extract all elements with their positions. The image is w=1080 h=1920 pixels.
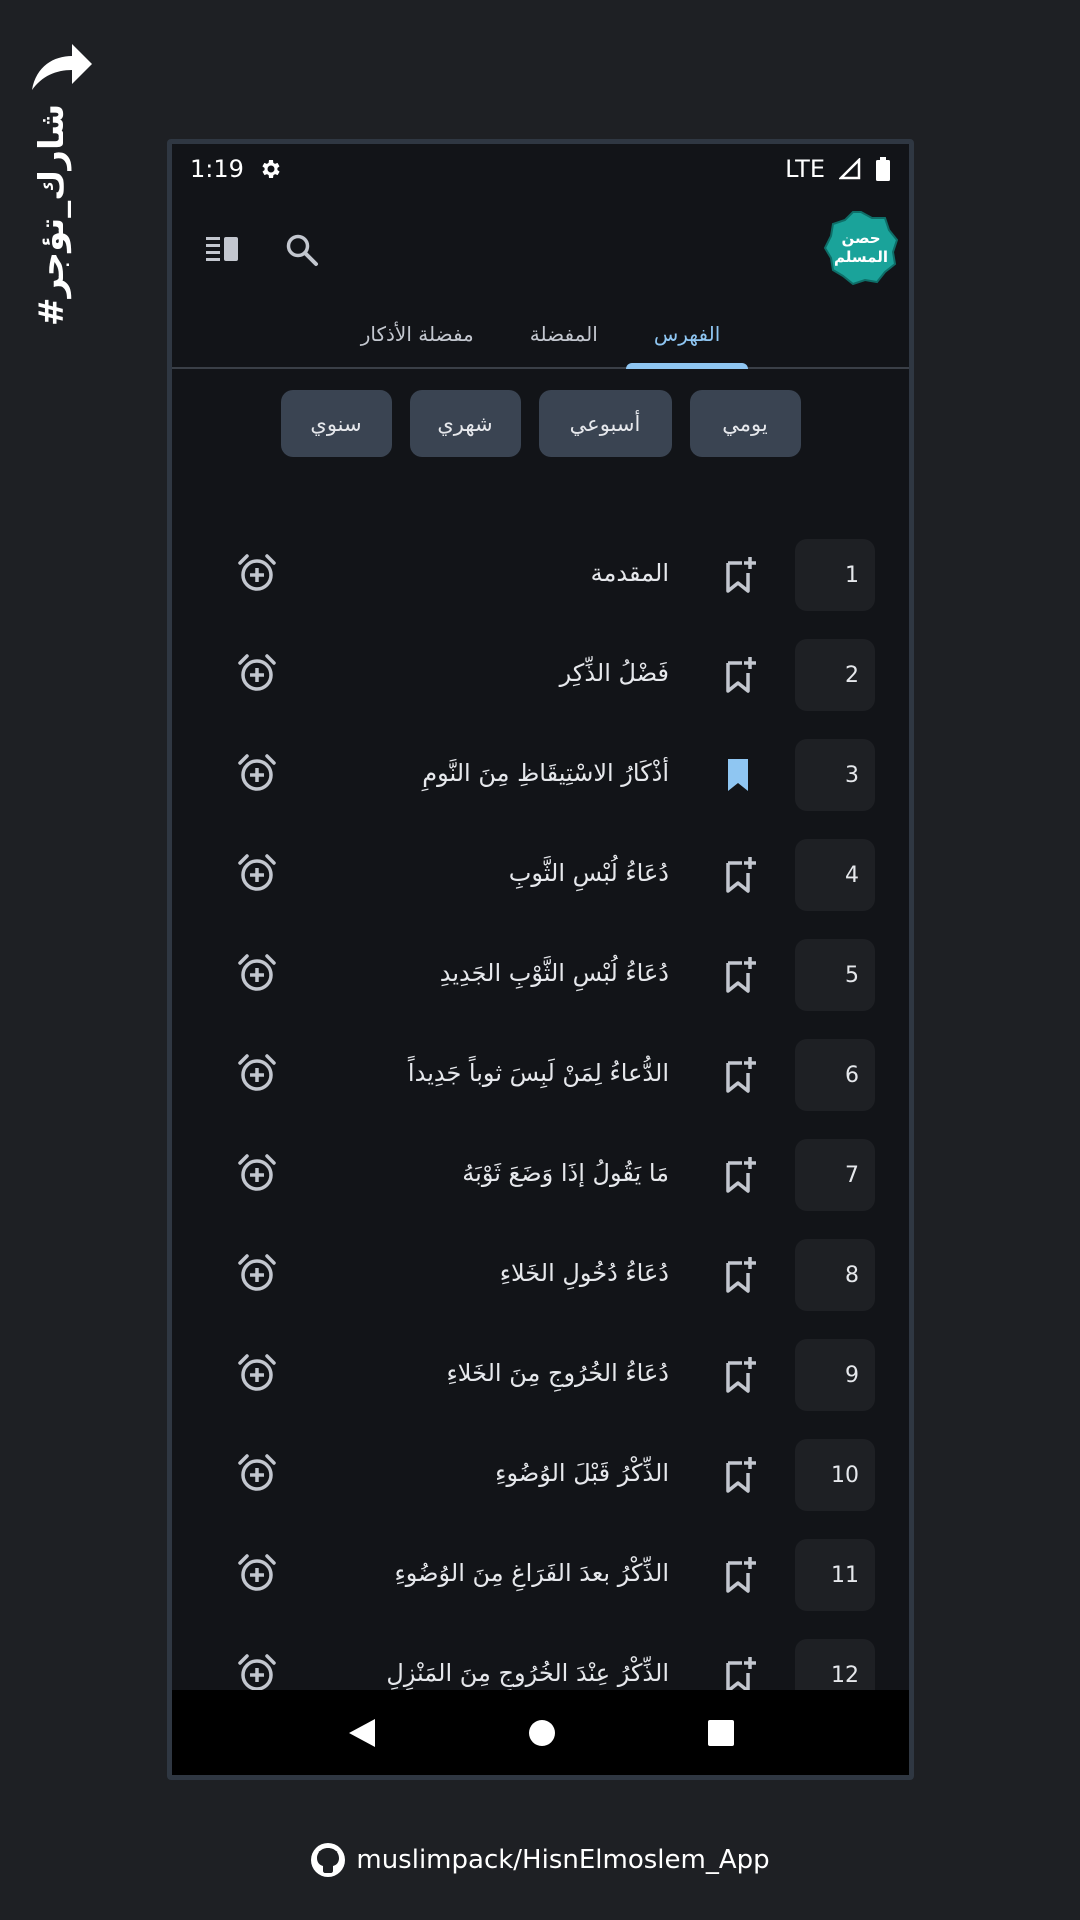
bookmark-add-icon[interactable] — [722, 1455, 758, 1495]
bookmark-add-icon[interactable] — [722, 1255, 758, 1295]
alarm-add-icon[interactable] — [237, 1053, 277, 1093]
phone-screen: 1:19 LTE حصن المسلم الفهرس المفضلة مفضلة… — [167, 139, 914, 1780]
bookmark-add-icon[interactable] — [722, 855, 758, 895]
item-number: 9 — [795, 1339, 875, 1411]
list-item[interactable]: 1 المقدمة — [172, 519, 909, 619]
github-icon — [311, 1843, 346, 1877]
item-number: 5 — [795, 939, 875, 1011]
item-number: 11 — [795, 1539, 875, 1611]
item-title[interactable]: الدُّعاءُ لِمَنْ لَبِسَ ثوباً جَدِيداً — [342, 1043, 669, 1103]
list-item[interactable]: 11 الذِّكْرُ بعدَ الفَرَاغِ مِنَ الوُضُوء… — [172, 1519, 909, 1619]
tab-index[interactable]: الفهرس — [625, 300, 749, 369]
frequency-chips: يومي أسبوعي شهري سنوي — [172, 390, 909, 457]
bookmark-add-icon[interactable] — [722, 1355, 758, 1395]
settings-gear-icon — [262, 160, 280, 178]
list-item[interactable]: 10 الذِّكْرُ قَبْلَ الوُضُوءِ — [172, 1419, 909, 1519]
bookmark-filled-icon[interactable] — [722, 755, 758, 795]
battery-icon — [876, 157, 890, 181]
system-nav-bar — [172, 1690, 909, 1775]
list-item[interactable]: 5 دُعَاءُ لُبْسِ الثَّوْبِ الجَدِيدِ — [172, 919, 909, 1019]
alarm-add-icon[interactable] — [237, 1253, 277, 1293]
list-item[interactable]: 6 الدُّعاءُ لِمَنْ لَبِسَ ثوباً جَدِيداً — [172, 1019, 909, 1119]
item-number: 7 — [795, 1139, 875, 1211]
status-bar: 1:19 LTE — [172, 144, 909, 194]
tab-favorites[interactable]: المفضلة — [502, 300, 626, 367]
item-number: 8 — [795, 1239, 875, 1311]
app-bar: حصن المسلم — [172, 200, 909, 300]
item-title[interactable]: دُعَاءُ لُبْسِ الثَّوْبِ الجَدِيدِ — [342, 943, 669, 1003]
search-button[interactable] — [272, 220, 332, 280]
chip-weekly[interactable]: أسبوعي — [538, 390, 672, 457]
share-arrow-icon — [32, 44, 92, 90]
alarm-add-icon[interactable] — [237, 753, 277, 793]
item-number: 4 — [795, 839, 875, 911]
item-title[interactable]: دُعَاءُ دُخُولِ الخَلاءِ — [342, 1243, 669, 1303]
alarm-add-icon[interactable] — [237, 1353, 277, 1393]
bookmark-add-icon[interactable] — [722, 955, 758, 995]
alarm-add-icon[interactable] — [237, 1453, 277, 1493]
drawer-menu-button[interactable] — [192, 220, 252, 280]
item-title[interactable]: الذِّكْرُ قَبْلَ الوُضُوءِ — [342, 1443, 669, 1503]
tab-bar: الفهرس المفضلة مفضلة الأذكار — [172, 300, 909, 369]
bookmark-add-icon[interactable] — [722, 1655, 758, 1695]
item-title[interactable]: أذْكَارُ الاسْتِيقَاظِ مِنَ النَّومِ — [342, 743, 669, 803]
bookmark-add-icon[interactable] — [722, 555, 758, 595]
item-number: 10 — [795, 1439, 875, 1511]
index-list: 1 المقدمة 2 فَضْلُ الذِّكِر 3 أذْكَارُ الاسْت… — [172, 519, 909, 1709]
status-time: 1:19 — [190, 155, 244, 183]
home-icon[interactable] — [527, 1718, 557, 1748]
item-title[interactable]: دُعَاءُ لُبْسِ الثَّوبِ — [342, 843, 669, 903]
app-logo: حصن المسلم — [823, 210, 899, 286]
item-title[interactable]: مَا يَقُولُ إذَا وَضَعَ ثَوْبَهُ — [342, 1143, 669, 1203]
bookmark-add-icon[interactable] — [722, 1555, 758, 1595]
alarm-add-icon[interactable] — [237, 853, 277, 893]
back-icon[interactable] — [347, 1717, 377, 1749]
list-item[interactable]: 3 أذْكَارُ الاسْتِيقَاظِ مِنَ النَّومِ — [172, 719, 909, 819]
alarm-add-icon[interactable] — [237, 953, 277, 993]
item-number: 6 — [795, 1039, 875, 1111]
alarm-add-icon[interactable] — [237, 553, 277, 593]
list-item[interactable]: 2 فَضْلُ الذِّكِر — [172, 619, 909, 719]
item-number: 2 — [795, 639, 875, 711]
bookmark-add-icon[interactable] — [722, 655, 758, 695]
list-item[interactable]: 9 دُعَاءُ الخُرُوجِ مِنَ الخَلاءِ — [172, 1319, 909, 1419]
alarm-add-icon[interactable] — [237, 1553, 277, 1593]
list-item[interactable]: 7 مَا يَقُولُ إذَا وَضَعَ ثَوْبَهُ — [172, 1119, 909, 1219]
logo-text: حصن المسلم — [834, 229, 888, 266]
tab-favorite-azkar[interactable]: مفضلة الأذكار — [333, 300, 502, 367]
list-item[interactable]: 4 دُعَاءُ لُبْسِ الثَّوبِ — [172, 819, 909, 919]
repo-name[interactable]: muslimpack/HisnElmoslem_App — [356, 1845, 769, 1875]
item-title[interactable]: المقدمة — [342, 543, 669, 603]
repo-footer: muslimpack/HisnElmoslem_App — [0, 1835, 1080, 1885]
bookmark-add-icon[interactable] — [722, 1155, 758, 1195]
alarm-add-icon[interactable] — [237, 1653, 277, 1693]
recents-icon[interactable] — [707, 1719, 735, 1747]
item-number: 1 — [795, 539, 875, 611]
network-type: LTE — [785, 155, 825, 183]
bookmark-add-icon[interactable] — [722, 1055, 758, 1095]
signal-icon — [839, 158, 861, 180]
alarm-add-icon[interactable] — [237, 653, 277, 693]
search-icon — [286, 234, 318, 266]
chip-daily[interactable]: يومي — [689, 390, 801, 457]
drawer-menu-icon — [206, 237, 238, 261]
chip-yearly[interactable]: سنوي — [280, 390, 392, 457]
chip-monthly[interactable]: شهري — [409, 390, 521, 457]
list-item[interactable]: 8 دُعَاءُ دُخُولِ الخَلاءِ — [172, 1219, 909, 1319]
item-number: 3 — [795, 739, 875, 811]
item-title[interactable]: الذِّكْرُ بعدَ الفَرَاغِ مِنَ الوُضُوءِ — [342, 1543, 669, 1603]
item-title[interactable]: فَضْلُ الذِّكِر — [342, 643, 669, 703]
alarm-add-icon[interactable] — [237, 1153, 277, 1193]
share-hashtag: #شارك_تؤجر — [32, 103, 72, 327]
item-title[interactable]: دُعَاءُ الخُرُوجِ مِنَ الخَلاءِ — [342, 1343, 670, 1403]
